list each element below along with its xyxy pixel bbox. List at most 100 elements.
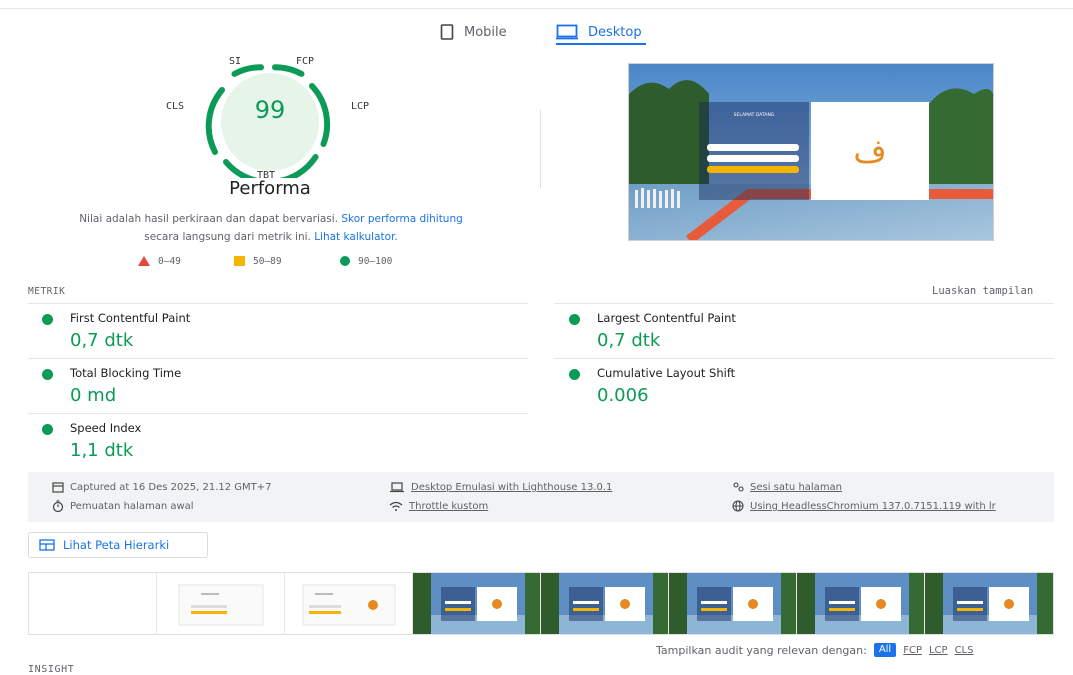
metric-lcp-value: 0,7 dtk [597, 330, 661, 351]
captured-text: Captured at 16 Des 2025, 21.12 GMT+7 [70, 481, 272, 493]
tab-mobile[interactable]: Mobile [440, 18, 507, 46]
metric-status-dot [42, 424, 53, 435]
filmstrip [28, 572, 1054, 635]
filmstrip-frame [797, 573, 925, 634]
metric-si-value: 1,1 dtk [70, 440, 134, 461]
metrics-section-label: METRIK [28, 286, 66, 297]
browser-text: Using HeadlessChromium 137.0.7151.119 wi… [750, 500, 996, 512]
frame-image [178, 584, 264, 626]
metric-divider [28, 413, 528, 414]
performance-score: 99 [254, 96, 286, 124]
metric-fcp-value: 0,7 dtk [70, 330, 134, 351]
filmstrip-frame [285, 573, 413, 634]
laptop-icon [390, 482, 404, 493]
frame-image [302, 584, 396, 626]
metric-status-dot [569, 314, 580, 325]
gauge-title: Performa [229, 178, 311, 199]
triangle-icon [138, 256, 150, 266]
legend-average-label: 50–89 [253, 255, 282, 267]
browser-info[interactable]: Using HeadlessChromium 137.0.7151.119 wi… [732, 500, 996, 512]
view-treemap-button[interactable]: Lihat Peta Hierarki [28, 532, 208, 558]
audit-filter-bar: Tampilkan audit yang relevan dengan: All… [656, 643, 973, 657]
treemap-icon [39, 539, 55, 551]
frame-image [925, 573, 1053, 634]
expand-view-toggle[interactable]: Luaskan tampilan [932, 285, 1033, 297]
filter-label: Tampilkan audit yang relevan dengan: [656, 643, 867, 657]
calendar-icon [52, 482, 64, 493]
emulation-info[interactable]: Desktop Emulasi with Lighthouse 13.0.1 [389, 481, 612, 493]
filmstrip-frame [669, 573, 797, 634]
screenshot-logo-mark: ف [853, 132, 886, 170]
metric-divider [28, 358, 528, 359]
score-note: Nilai adalah hasil perkiraan dan dapat b… [42, 210, 500, 246]
metric-divider [28, 303, 528, 304]
emulation-text: Desktop Emulasi with Lighthouse 13.0.1 [411, 481, 613, 493]
throttle-text: Throttle kustom [409, 500, 489, 512]
calculator-link[interactable]: Lihat kalkulator. [314, 231, 398, 243]
metric-status-dot [42, 314, 53, 325]
legend-poor: 0–49 [138, 252, 181, 270]
phone-icon [440, 24, 454, 40]
metric-tbt-value: 0 md [70, 385, 117, 406]
square-icon [234, 256, 245, 266]
active-tab-indicator [556, 43, 646, 45]
tab-desktop[interactable]: Desktop [556, 18, 642, 46]
gauge-label-si: SI [229, 56, 242, 67]
metric-lcp-name: Largest Contentful Paint [597, 311, 736, 325]
load-info: Pemuatan halaman awal [52, 500, 194, 512]
frame-image [413, 573, 540, 634]
treemap-button-label: Lihat Peta Hierarki [63, 538, 170, 552]
legend-poor-label: 0–49 [158, 255, 181, 267]
legend-average: 50–89 [234, 252, 282, 270]
filmstrip-frame [925, 573, 1053, 634]
filter-all-chip[interactable]: All [873, 643, 897, 657]
session-info[interactable]: Sesi satu halaman [732, 481, 842, 493]
filter-cls-link[interactable]: CLS [955, 645, 974, 656]
screenshot-welcome-text: SELAMAT DATANG [734, 112, 775, 118]
wifi-icon [389, 501, 403, 511]
frame-image [669, 573, 796, 634]
run-info-bar [28, 472, 1054, 522]
tab-desktop-label: Desktop [588, 24, 642, 40]
tab-mobile-label: Mobile [464, 24, 507, 40]
session-text: Sesi satu halaman [750, 481, 843, 493]
metric-tbt-name: Total Blocking Time [70, 366, 182, 380]
stopwatch-icon [52, 500, 64, 512]
metric-status-dot [42, 369, 53, 380]
captured-info: Captured at 16 Des 2025, 21.12 GMT+7 [52, 481, 272, 493]
metric-divider [554, 303, 1054, 304]
metric-fcp-name: First Contentful Paint [70, 311, 191, 325]
metric-si-name: Speed Index [70, 421, 142, 435]
throttle-info[interactable]: Throttle kustom [389, 500, 488, 512]
note-text-2: secara langsung dari metrik ini. [144, 231, 311, 243]
gauge-label-lcp: LCP [351, 101, 370, 112]
filter-lcp-link[interactable]: LCP [929, 645, 948, 656]
top-divider [0, 8, 1073, 9]
metric-divider [554, 358, 1054, 359]
circle-icon [340, 256, 350, 266]
score-calculation-link[interactable]: Skor performa dihitung [341, 213, 462, 225]
legend-good: 90–100 [340, 252, 392, 270]
monitor-icon [556, 24, 578, 40]
insight-section-label: INSIGHT [28, 664, 75, 675]
gauge-label-fcp: FCP [296, 56, 315, 67]
gauge-label-cls: CLS [166, 101, 185, 112]
frame-image [541, 573, 668, 634]
globe-icon [732, 500, 744, 512]
metric-cls-value: 0.006 [597, 385, 649, 406]
vertical-divider [540, 110, 541, 188]
users-icon [733, 482, 744, 492]
filmstrip-frame [413, 573, 541, 634]
screenshot-image: SELAMAT DATANG ف [629, 64, 993, 240]
load-text: Pemuatan halaman awal [70, 500, 194, 512]
frame-image [797, 573, 924, 634]
legend-good-label: 90–100 [358, 255, 393, 267]
metric-cls-name: Cumulative Layout Shift [597, 366, 736, 380]
metric-status-dot [569, 369, 580, 380]
note-text-1: Nilai adalah hasil perkiraan dan dapat b… [79, 213, 339, 225]
filmstrip-frame [157, 573, 285, 634]
final-screenshot[interactable]: SELAMAT DATANG ف [628, 63, 994, 241]
filmstrip-frame [541, 573, 669, 634]
filter-fcp-link[interactable]: FCP [903, 645, 922, 656]
filmstrip-frame [29, 573, 157, 634]
